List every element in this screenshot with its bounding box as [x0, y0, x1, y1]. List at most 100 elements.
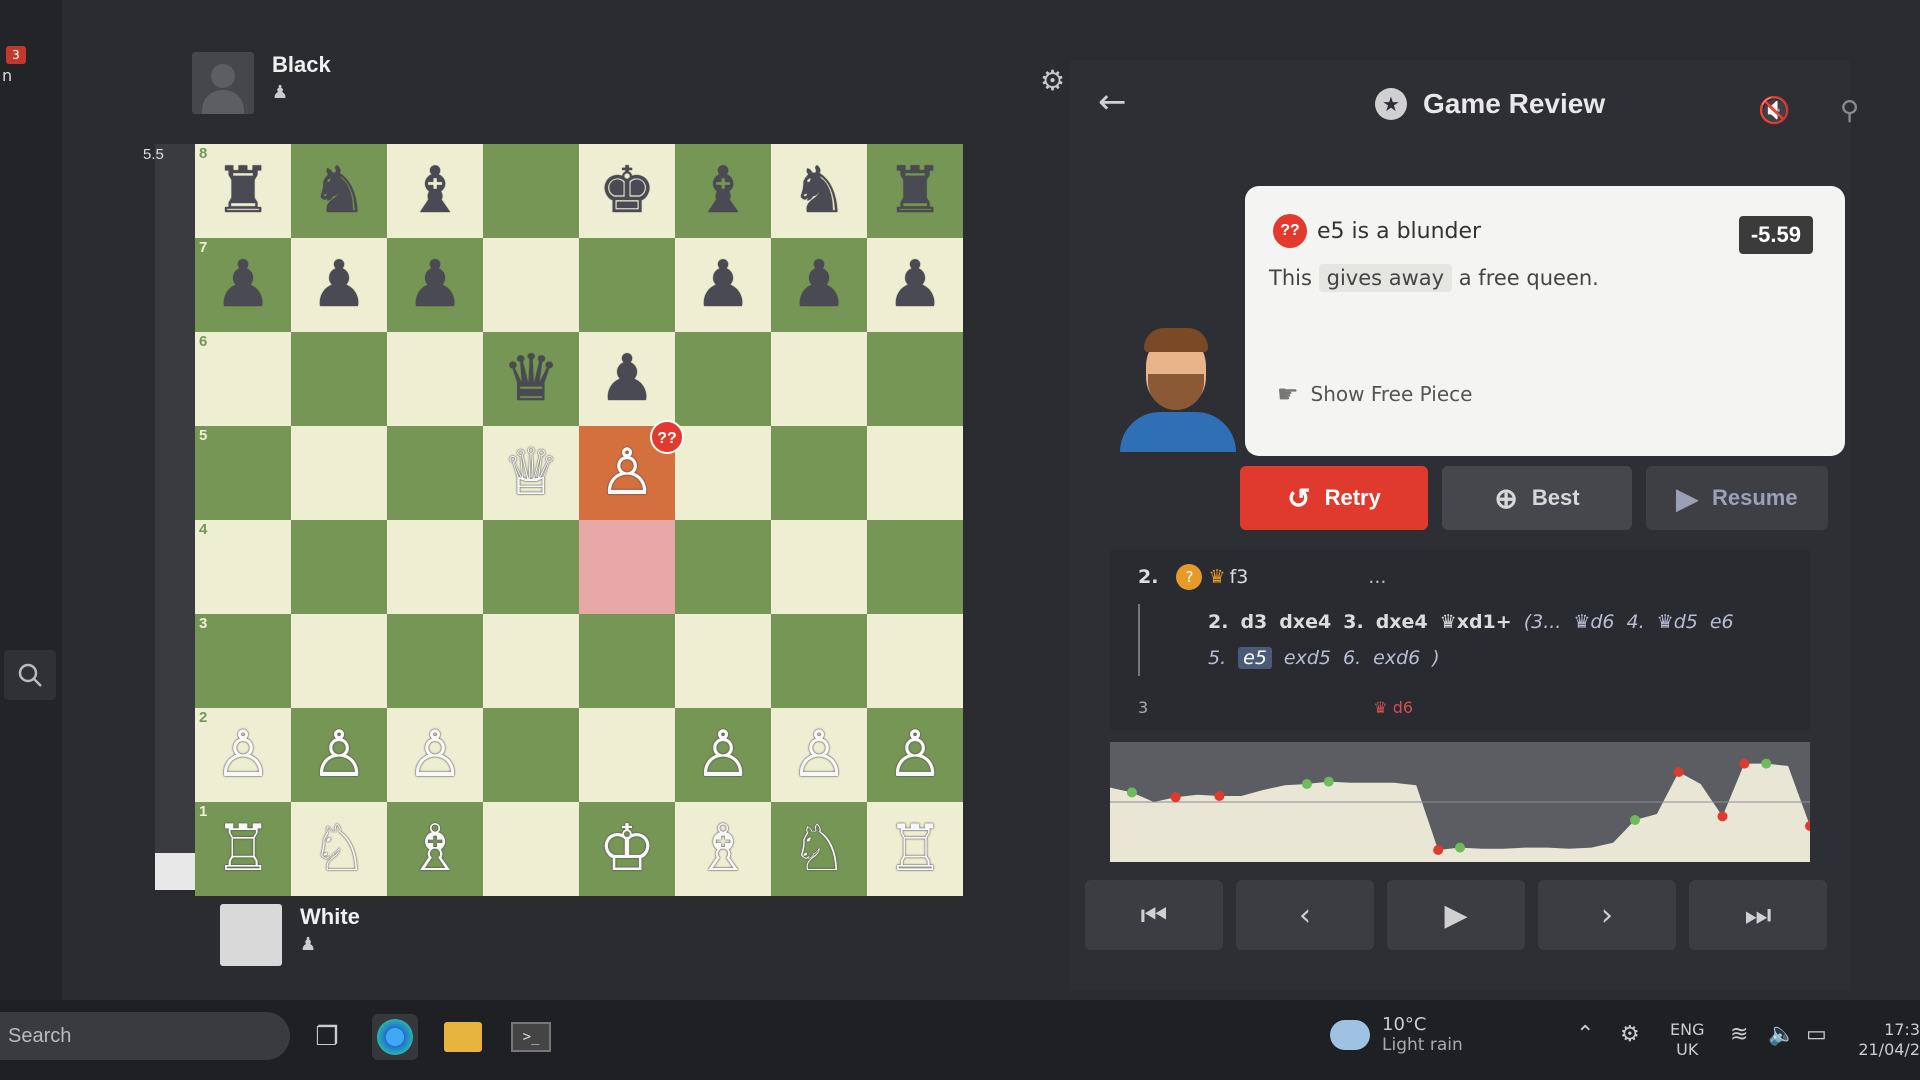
square-a6[interactable]: 6 — [195, 332, 291, 426]
volume-icon[interactable]: 🔈 — [1768, 1022, 1795, 1047]
battery-icon[interactable]: ▭ — [1806, 1022, 1827, 1047]
last-move-button[interactable]: ⏭ — [1689, 880, 1827, 950]
square-g4[interactable] — [771, 520, 867, 614]
move-token[interactable]: e6 — [1710, 611, 1734, 633]
square-e7[interactable] — [579, 238, 675, 332]
square-d8[interactable] — [483, 144, 579, 238]
square-d1[interactable] — [483, 802, 579, 896]
chess-piece[interactable]: ♝ — [406, 159, 463, 223]
chess-piece[interactable]: ♞ — [310, 159, 367, 223]
square-c7[interactable]: ♟ — [387, 238, 483, 332]
square-f7[interactable]: ♟ — [675, 238, 771, 332]
show-free-piece-button[interactable]: ☛ Show Free Piece — [1263, 372, 1486, 416]
square-g5[interactable] — [771, 426, 867, 520]
chevron-up-icon[interactable]: ⌃ — [1576, 1022, 1594, 1047]
square-b2[interactable]: ♙ — [291, 708, 387, 802]
move-token[interactable]: 4. — [1627, 611, 1645, 633]
square-a2[interactable]: 2 ♙ — [195, 708, 291, 802]
first-move-button[interactable]: ⏮ — [1085, 880, 1223, 950]
move-token[interactable]: e5 — [1238, 647, 1272, 669]
square-c4[interactable] — [387, 520, 483, 614]
chess-piece[interactable]: ♙ — [214, 723, 271, 787]
square-b1[interactable]: ♘ — [291, 802, 387, 896]
square-b8[interactable]: ♞ — [291, 144, 387, 238]
move-token[interactable]: 2. — [1208, 611, 1228, 633]
move-token[interactable]: ♛xd1+ — [1440, 611, 1512, 633]
square-a1[interactable]: 1 ♖ — [195, 802, 291, 896]
square-b3[interactable] — [291, 614, 387, 708]
square-h3[interactable] — [867, 614, 963, 708]
chess-piece[interactable]: ♖ — [886, 817, 943, 881]
move-token[interactable]: dxe4 — [1279, 611, 1331, 633]
move-token[interactable]: dxe4 — [1376, 611, 1428, 633]
move-token[interactable]: ♛d6 — [1573, 611, 1614, 633]
chess-piece[interactable]: ♙ — [886, 723, 943, 787]
chess-piece[interactable]: ♟ — [214, 253, 271, 317]
square-c6[interactable] — [387, 332, 483, 426]
square-b4[interactable] — [291, 520, 387, 614]
folder-icon[interactable] — [440, 1014, 486, 1060]
square-e1[interactable]: ♔ — [579, 802, 675, 896]
move-token[interactable]: d3 — [1240, 611, 1267, 633]
square-h1[interactable]: ♖ — [867, 802, 963, 896]
task-view-icon[interactable]: ❐ — [304, 1014, 350, 1060]
gear-icon[interactable]: ⚙ — [1040, 64, 1065, 97]
square-c2[interactable]: ♙ — [387, 708, 483, 802]
browser-icon[interactable] — [372, 1014, 418, 1060]
square-h8[interactable]: ♜ — [867, 144, 963, 238]
square-f4[interactable] — [675, 520, 771, 614]
square-g8[interactable]: ♞ — [771, 144, 867, 238]
best-button[interactable]: ⊕ Best — [1442, 466, 1632, 530]
square-a4[interactable]: 4 — [195, 520, 291, 614]
chess-board[interactable]: 8 ♜ ♞ ♝ ♚ ♝ ♞ ♜ 7 ♟ ♟ ♟ ♟ ♟ ♟ 6 ♛ ♟ 5 ♕ ♙ 4 3 2 ♙ ♙ ♙ ♙ ♙ ♙ 1 ♖ ♘ ♗ ♔ ♗ ♘ ♖ — [195, 144, 963, 896]
chess-piece[interactable]: ♟ — [310, 253, 367, 317]
play-button[interactable]: ▶ — [1387, 880, 1525, 950]
analysis-icon[interactable]: ⚲ — [1840, 96, 1859, 126]
square-b5[interactable] — [291, 426, 387, 520]
back-arrow-icon[interactable]: ← — [1098, 82, 1127, 122]
square-d3[interactable] — [483, 614, 579, 708]
chess-piece[interactable]: ♜ — [886, 159, 943, 223]
square-a7[interactable]: 7 ♟ — [195, 238, 291, 332]
side-search-button[interactable] — [4, 650, 56, 700]
move-row[interactable]: 3 ♛ d6 — [1138, 698, 1413, 717]
square-d7[interactable] — [483, 238, 579, 332]
square-h2[interactable]: ♙ — [867, 708, 963, 802]
square-c8[interactable]: ♝ — [387, 144, 483, 238]
chess-piece[interactable]: ♟ — [790, 253, 847, 317]
square-a5[interactable]: 5 — [195, 426, 291, 520]
retry-button[interactable]: ↺ Retry — [1240, 466, 1428, 530]
wifi-icon[interactable]: ≋ — [1730, 1022, 1748, 1047]
next-move-button[interactable]: › — [1538, 880, 1676, 950]
square-h7[interactable]: ♟ — [867, 238, 963, 332]
chess-piece[interactable]: ♛ — [502, 347, 559, 411]
taskbar-search-input[interactable]: Search — [0, 1012, 290, 1060]
chess-piece[interactable]: ♙ — [406, 723, 463, 787]
square-d4[interactable] — [483, 520, 579, 614]
move-san[interactable]: ♛ d6 — [1373, 698, 1413, 717]
square-a3[interactable]: 3 — [195, 614, 291, 708]
move-token[interactable]: (3... — [1524, 611, 1562, 633]
square-e2[interactable] — [579, 708, 675, 802]
square-d5[interactable]: ♕ — [483, 426, 579, 520]
square-h5[interactable] — [867, 426, 963, 520]
chess-piece[interactable]: ♙ — [790, 723, 847, 787]
square-b7[interactable]: ♟ — [291, 238, 387, 332]
move-token[interactable]: 3. — [1343, 611, 1363, 633]
square-f3[interactable] — [675, 614, 771, 708]
evaluation-graph[interactable] — [1110, 742, 1810, 862]
move-token[interactable]: exd5 — [1284, 647, 1331, 669]
chess-piece[interactable]: ♚ — [598, 159, 655, 223]
chess-piece[interactable]: ♟ — [598, 347, 655, 411]
previous-move-button[interactable]: ‹ — [1236, 880, 1374, 950]
move-token[interactable]: 5. — [1208, 647, 1226, 669]
chess-piece[interactable]: ♙ — [694, 723, 751, 787]
square-f6[interactable] — [675, 332, 771, 426]
sound-off-icon[interactable]: 🔇 — [1758, 96, 1790, 126]
language-indicator[interactable]: ENG UK — [1670, 1020, 1704, 1060]
square-h6[interactable] — [867, 332, 963, 426]
chess-piece[interactable]: ♔ — [598, 817, 655, 881]
settings-icon[interactable]: ⚙ — [1620, 1022, 1640, 1047]
chess-piece[interactable]: ♕ — [502, 441, 559, 505]
square-f1[interactable]: ♗ — [675, 802, 771, 896]
